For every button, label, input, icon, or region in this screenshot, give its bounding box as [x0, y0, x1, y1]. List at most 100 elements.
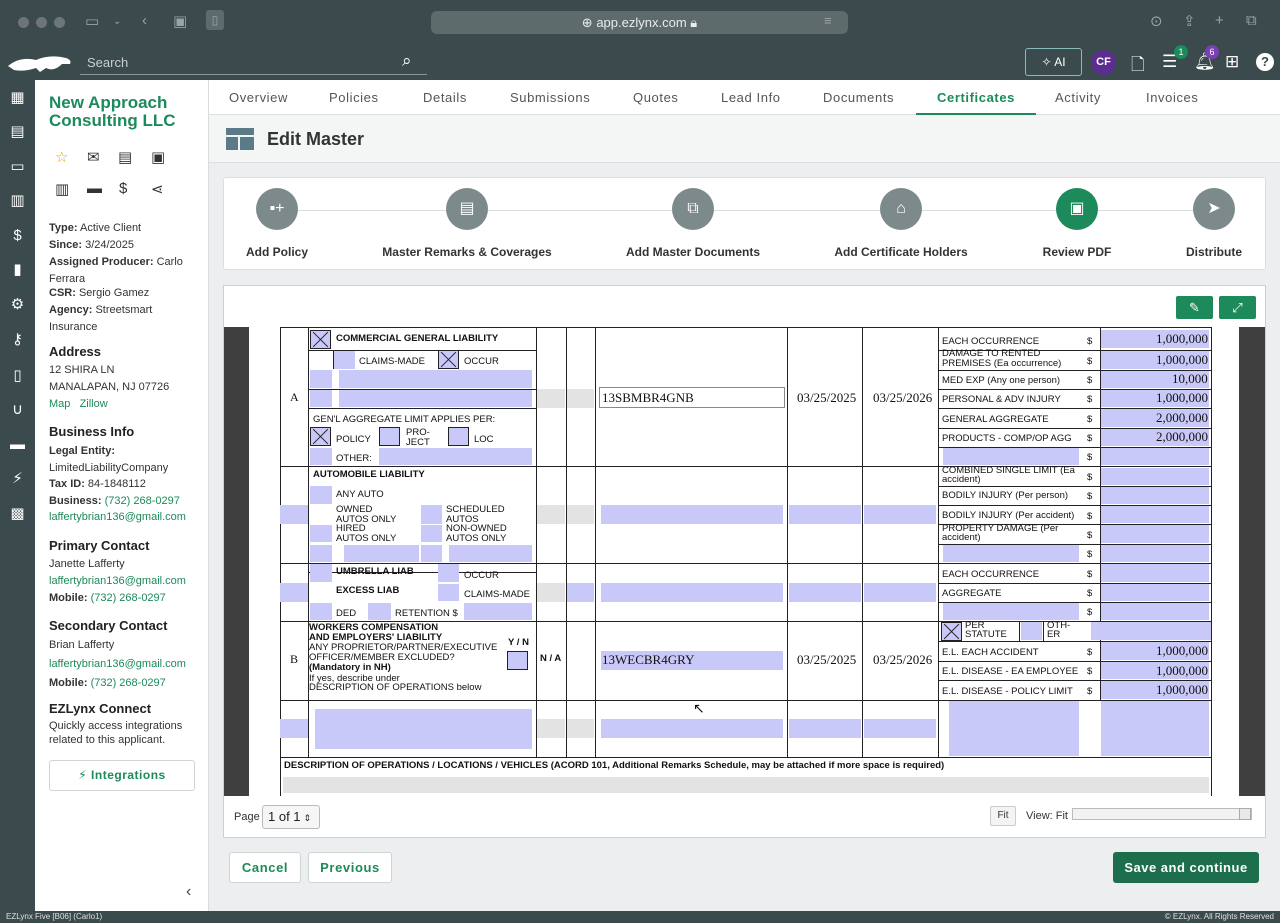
step-certificate-holders[interactable]: Add Certificate Holders [834, 245, 967, 259]
reports-icon[interactable]: ▮ [8, 260, 27, 279]
owned-autos-label: OWNED AUTOS ONLY [336, 504, 397, 525]
minimize-window-icon[interactable] [36, 17, 47, 28]
remarks-icon[interactable]: ▤ [446, 188, 488, 230]
step-add-policy[interactable]: Add Policy [246, 245, 308, 259]
client-name: New Approach Consulting LLC [49, 93, 176, 130]
tab-invoices[interactable]: Invoices [1146, 80, 1199, 115]
status-left: EZLynx Five [B06] (Carlo1) [6, 912, 103, 921]
tab-policies[interactable]: Policies [329, 80, 379, 115]
new-document-icon[interactable]: 🗋︎ [1131, 52, 1145, 81]
chevron-down-icon[interactable]: ⌄ [113, 16, 121, 27]
zoom-slider-handle[interactable] [1239, 808, 1251, 820]
pdf-icon[interactable]: ▣ [1056, 188, 1098, 230]
download-icon[interactable]: ⊙ [1150, 12, 1163, 30]
dollar-sign: $ [1087, 569, 1093, 580]
tab-overview-icon[interactable]: ▣ [173, 12, 187, 30]
step-distribute[interactable]: Distribute [1186, 245, 1242, 259]
occur-checkbox[interactable] [438, 350, 459, 369]
tab-details[interactable]: Details [423, 80, 467, 115]
gift-icon[interactable]: ▩ [8, 504, 27, 523]
contacts-icon[interactable]: ▤ [8, 122, 27, 141]
chat-icon[interactable]: ▤ [118, 148, 132, 166]
briefcase-icon[interactable]: ▬ [87, 180, 102, 197]
secondary-mobile-link[interactable]: (732) 268-0297 [91, 677, 166, 689]
tab-quotes[interactable]: Quotes [633, 80, 679, 115]
fit-button[interactable]: Fit [990, 806, 1016, 826]
settings-icon[interactable]: ⚙ [8, 295, 27, 314]
star-icon[interactable]: ☆ [55, 148, 68, 166]
edit-icon[interactable]: ✎ [1176, 296, 1213, 319]
share-icon[interactable]: ⇪ [1183, 12, 1196, 30]
back-icon[interactable]: ‹ [142, 12, 147, 29]
invoice-icon[interactable]: $ [119, 180, 127, 197]
zillow-link[interactable]: Zillow [80, 398, 108, 410]
step-master-documents[interactable]: Add Master Documents [626, 245, 760, 259]
primary-email-link[interactable]: laffertybrian136@gmail.com [49, 573, 186, 590]
secondary-name: Brian Lafferty [49, 639, 115, 651]
per-statute-checkbox[interactable] [941, 622, 962, 641]
applicants-icon[interactable]: ▥ [8, 191, 27, 210]
search-icon[interactable]: ⌕ [402, 51, 412, 71]
page-select[interactable]: 1 of 1 ⇕ [262, 805, 320, 829]
dollar-sign: $ [1087, 414, 1093, 425]
tab-overview[interactable]: Overview [229, 80, 288, 115]
new-tab-icon[interactable]: + [1215, 12, 1224, 29]
policy-checkbox[interactable] [310, 427, 331, 446]
book-icon[interactable]: ▯ [8, 366, 27, 385]
folder-icon[interactable]: ▭ [8, 157, 27, 176]
id-card-icon[interactable]: ▥ [55, 180, 69, 198]
expand-icon[interactable]: ⤢ [1219, 296, 1256, 319]
send-icon[interactable]: ➤ [1193, 188, 1235, 230]
tab-submissions[interactable]: Submissions [510, 80, 590, 115]
tab-certificates[interactable]: Certificates [916, 80, 1037, 115]
collapse-sidebar-icon[interactable]: ‹ [186, 883, 191, 901]
tab-grid-icon[interactable]: ⧉ [1246, 12, 1257, 29]
search-input[interactable]: Search [80, 51, 427, 75]
add-policy-icon[interactable]: ▪+ [256, 188, 298, 230]
key-icon[interactable]: ⚷ [8, 330, 27, 349]
magnet-icon[interactable]: ∪ [8, 400, 27, 419]
tab-activity[interactable]: Activity [1055, 80, 1101, 115]
pdf-canvas[interactable]: COMMERCIAL GENERAL LIABILITY CLAIMS-MADE… [224, 327, 1265, 796]
step-master-remarks[interactable]: Master Remarks & Coverages [382, 245, 551, 259]
save-and-continue-button[interactable]: Save and continue [1113, 852, 1259, 883]
briefcase-icon[interactable]: ▬ [8, 435, 27, 454]
business-email-link[interactable]: laffertybrian136@gmail.com [49, 509, 204, 526]
help-icon[interactable]: ? [1256, 53, 1274, 71]
reader-icon[interactable]: ≡ [824, 13, 832, 28]
email-icon[interactable]: ✉ [87, 148, 100, 166]
general-aggregate-label: GENERAL AGGREGATE [942, 414, 1049, 425]
secondary-email-link[interactable]: laffertybrian136@gmail.com [49, 655, 186, 674]
integrations-button[interactable]: ⚡︎ Integrations [49, 760, 195, 791]
dashboard-icon[interactable]: ▦ [8, 88, 27, 107]
org-chart-icon[interactable]: ⊞ [1225, 52, 1239, 72]
ai-button[interactable]: ✧ AI [1025, 48, 1082, 76]
extension-icon[interactable]: ▯ [206, 10, 224, 30]
previous-button[interactable]: Previous [308, 852, 392, 883]
step-review-pdf[interactable]: Review PDF [1043, 245, 1112, 259]
tab-documents[interactable]: Documents [823, 80, 894, 115]
cgl-checkbox[interactable] [310, 330, 331, 349]
business-phone-link[interactable]: (732) 268-0297 [105, 495, 180, 507]
na-label: N / A [540, 653, 562, 664]
wc-excluded-checkbox[interactable] [507, 651, 528, 670]
map-link[interactable]: Map [49, 398, 70, 410]
share-icon[interactable]: ⋖ [151, 180, 164, 198]
close-window-icon[interactable] [18, 17, 29, 28]
url-bar[interactable]: ⊕ app.ezlynx.com 🔒︎ [431, 11, 848, 34]
primary-mobile-link[interactable]: (732) 268-0297 [91, 592, 166, 604]
sidebar-toggle-icon[interactable]: ▭ [85, 12, 99, 30]
dollar-sign: $ [1087, 511, 1093, 522]
plug-icon[interactable]: ⚡︎ [8, 469, 27, 488]
documents-icon[interactable]: ⧉ [672, 188, 714, 230]
avatar[interactable]: CF [1091, 50, 1116, 75]
zoom-window-icon[interactable] [54, 17, 65, 28]
policy-label: POLICY [336, 434, 371, 445]
billing-icon[interactable]: $ [8, 226, 27, 245]
fax-icon[interactable]: ▣ [151, 148, 165, 166]
bank-icon[interactable]: ⌂ [880, 188, 922, 230]
cancel-button[interactable]: Cancel [229, 852, 301, 883]
tab-lead-info[interactable]: Lead Info [721, 80, 781, 115]
ezlynx-logo[interactable] [6, 52, 74, 74]
zoom-slider[interactable] [1072, 808, 1252, 820]
